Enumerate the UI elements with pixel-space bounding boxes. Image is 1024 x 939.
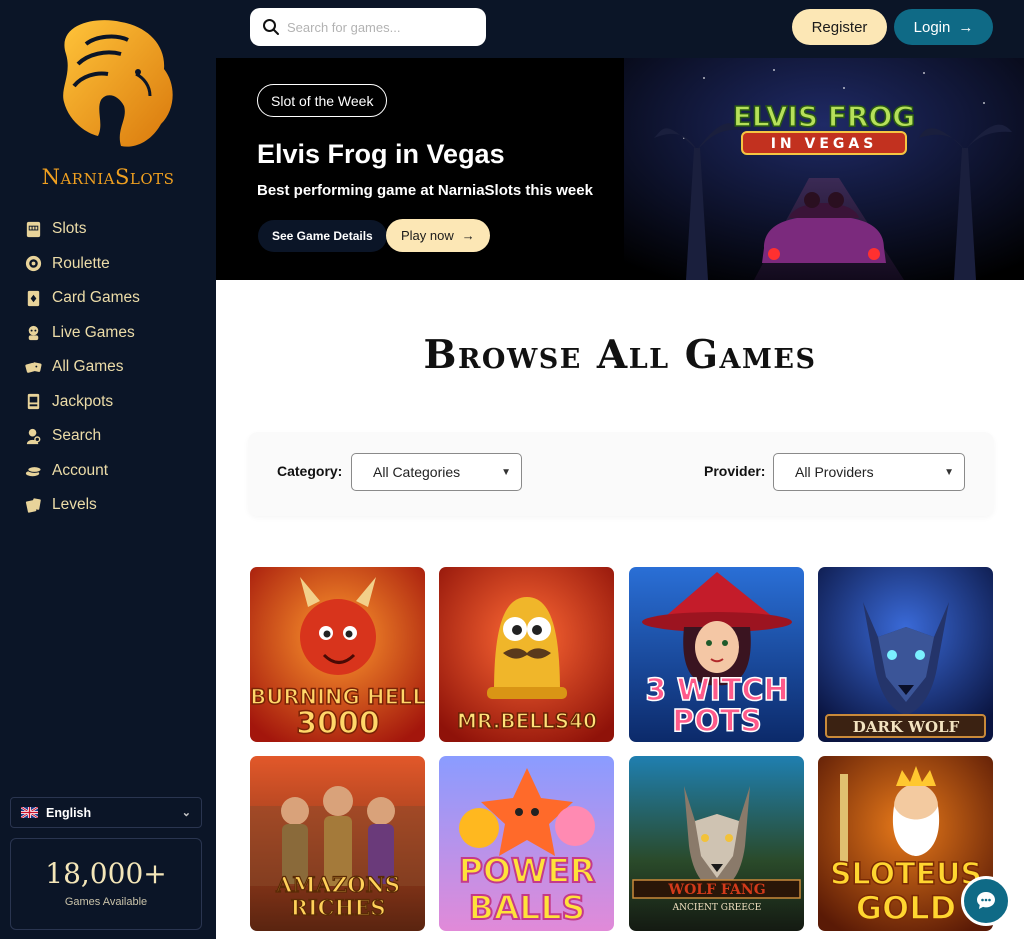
sidebar-item-label: Live Games (52, 323, 135, 341)
game-tile-mr-bells[interactable]: MR.BELLS40 (439, 567, 614, 742)
sidebar-item-search[interactable]: Search (22, 419, 140, 454)
game-tile-wolf-fang[interactable]: WOLF FANG ANCIENT GREECE (629, 756, 804, 931)
provider-label: Provider: (704, 463, 766, 479)
arrow-right-icon: → (461, 228, 475, 243)
category-label: Category: (277, 463, 343, 479)
game-tile-amazons-riches[interactable]: AMAZONS RICHES (250, 756, 425, 931)
search-person-icon (22, 425, 44, 447)
sidebar-item-account[interactable]: Account (22, 454, 140, 489)
uk-flag-icon (21, 807, 38, 818)
game-title-line2: POTS (672, 704, 762, 739)
roulette-icon (22, 253, 44, 275)
coins-icon (22, 460, 44, 482)
games-count-card: 18,000+ Games Available (10, 838, 202, 930)
game-title-line1: 3 WITCH (645, 673, 788, 708)
game-title-line1: DARK WOLF (853, 718, 960, 736)
art-title: ELVIS FROG (733, 100, 916, 133)
browse-title: Browse All Games (423, 332, 817, 378)
hero-subtitle: Best performing game at NarniaSlots this… (257, 182, 593, 199)
sidebar: NarniaSlots Slots Roulette Card Games Li… (0, 0, 216, 939)
sidebar-item-label: All Games (52, 358, 124, 376)
sidebar-item-all-games[interactable]: All Games (22, 350, 140, 385)
game-tile-burning-hell[interactable]: BURNING HELL 3000 (250, 567, 425, 742)
game-title-line2: BALLS (469, 888, 586, 927)
register-button[interactable]: Register (792, 9, 887, 45)
search-box[interactable] (250, 8, 486, 46)
sidebar-item-jackpots[interactable]: Jackpots (22, 385, 140, 420)
card-icon (22, 287, 44, 309)
sidebar-item-label: Roulette (52, 254, 110, 272)
sidebar-item-label: Card Games (52, 289, 140, 307)
play-now-button[interactable]: Play now → (386, 219, 490, 252)
category-select[interactable]: All Categories ▼ (351, 453, 522, 491)
sidebar-item-slots[interactable]: Slots (22, 212, 140, 247)
login-button[interactable]: Login → (894, 9, 993, 45)
game-title-line2: ANCIENT GREECE (672, 903, 762, 913)
dealer-icon (22, 322, 44, 344)
sidebar-item-label: Slots (52, 220, 87, 238)
slot-of-the-week-banner: ELVIS FROG IN VEGAS Slot of the Week Elv… (216, 58, 1024, 280)
art-subtitle: IN VEGAS (771, 136, 878, 152)
dice-icon (22, 356, 44, 378)
search-icon (263, 19, 279, 35)
chat-bubble-icon (977, 892, 995, 909)
game-title-line2: GOLD (856, 889, 956, 927)
jackpot-icon (22, 391, 44, 413)
sidebar-item-label: Levels (52, 496, 97, 514)
game-tile-3-witch-pots[interactable]: 3 WITCH POTS (629, 567, 804, 742)
login-label: Login (913, 18, 951, 36)
game-title-line2: RICHES (290, 895, 385, 920)
sidebar-item-levels[interactable]: Levels (22, 488, 140, 523)
slot-of-the-week-badge: Slot of the Week (257, 84, 388, 117)
top-bar: Register Login → (216, 0, 1024, 58)
provider-select[interactable]: All Providers ▼ (773, 453, 965, 491)
games-count-label: Games Available (64, 896, 148, 908)
chevron-down-icon: ⌄ (181, 807, 191, 819)
filter-bar: Category: All Categories ▼ Provider: All… (248, 432, 994, 516)
elvis-frog-artwork[interactable]: ELVIS FROG IN VEGAS (624, 58, 1024, 280)
see-game-details-button[interactable]: See Game Details (258, 220, 387, 252)
brand-name: NarniaSlots (41, 165, 175, 189)
game-title-line1: SLOTEUS (830, 857, 982, 892)
game-title-line2: 3000 (296, 706, 380, 741)
provider-value: All Providers (795, 464, 874, 480)
game-tile-power-balls[interactable]: POWER BALLS (439, 756, 614, 931)
levels-icon (22, 494, 44, 516)
game-title-line1: POWER (459, 851, 596, 890)
arrow-right-icon: → (958, 18, 974, 36)
search-input[interactable] (287, 19, 474, 35)
game-title-line1: WOLF FANG (667, 882, 765, 898)
sidebar-item-roulette[interactable]: Roulette (22, 247, 140, 282)
game-title-line1: MR.BELLS40 (457, 709, 597, 733)
language-selector[interactable]: English ⌄ (10, 797, 202, 828)
sidebar-nav: Slots Roulette Card Games Live Games All… (22, 212, 140, 523)
sidebar-item-label: Account (52, 461, 109, 479)
hero-title: Elvis Frog in Vegas (257, 139, 505, 169)
game-title-line1: AMAZONS (275, 872, 400, 897)
sidebar-item-live-games[interactable]: Live Games (22, 316, 140, 351)
sidebar-item-label: Jackpots (52, 392, 114, 410)
sidebar-item-label: Search (52, 427, 102, 445)
category-value: All Categories (373, 464, 461, 480)
games-count: 18,000+ (45, 857, 167, 890)
play-now-label: Play now (401, 228, 454, 243)
sidebar-item-card-games[interactable]: Card Games (22, 281, 140, 316)
language-label: English (46, 805, 92, 820)
chevron-down-icon: ▼ (944, 466, 954, 478)
chevron-down-icon: ▼ (501, 466, 511, 478)
slot-machine-icon (22, 218, 44, 240)
chat-button[interactable] (961, 876, 1011, 926)
game-tile-dark-wolf[interactable]: DARK WOLF (818, 567, 993, 742)
